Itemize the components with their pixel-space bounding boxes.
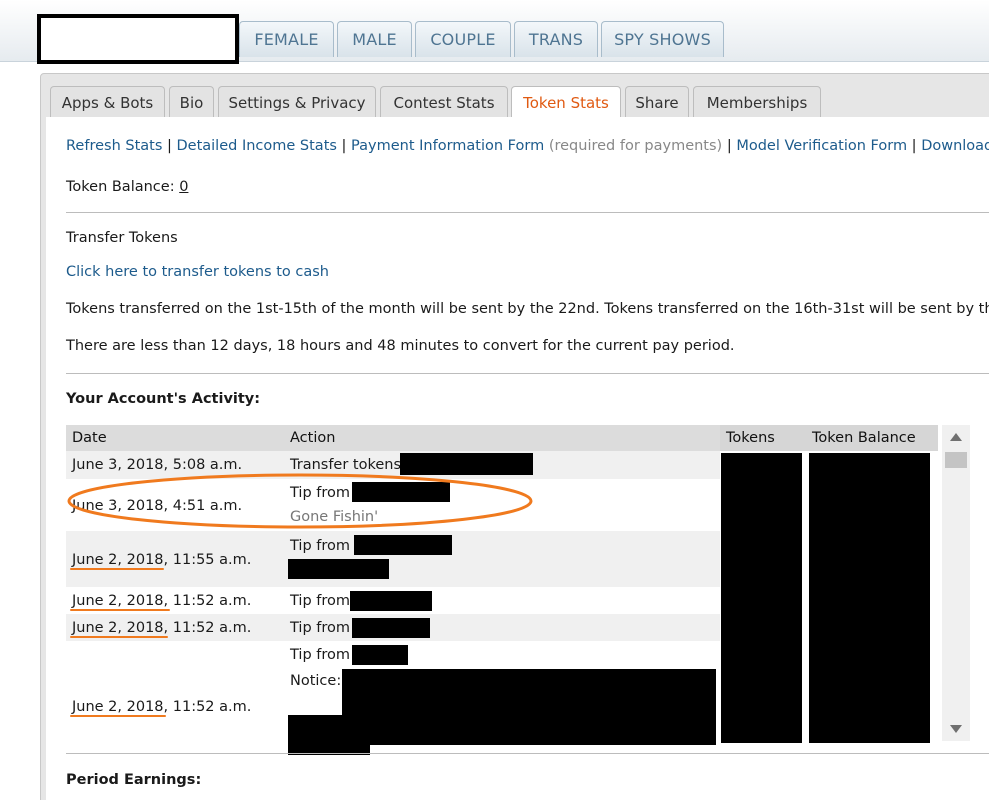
required-note: (required for payments) <box>544 138 727 154</box>
tab-spy-shows[interactable]: SPY SHOWS <box>601 21 724 57</box>
subtab-token-stats[interactable]: Token Stats <box>511 86 621 119</box>
redacted-username <box>354 535 452 555</box>
separator: | <box>726 138 737 154</box>
redacted-logo <box>37 14 239 64</box>
redacted-notice <box>342 669 716 745</box>
row-action: Tip from <box>290 620 350 636</box>
redacted-message <box>288 559 389 579</box>
row-date: June 2, 2018, 11:55 a.m. <box>72 552 252 568</box>
col-token-balance: Token Balance <box>806 425 938 451</box>
redacted-username <box>350 591 432 611</box>
col-action: Action <box>284 425 720 451</box>
subtab-share[interactable]: Share <box>625 86 689 118</box>
orange-annotation-ellipse <box>67 473 533 529</box>
row-date: June 2, 2018, 11:52 a.m. <box>72 699 252 715</box>
download-link[interactable]: Download Tra <box>921 138 989 154</box>
site-header: FEMALE MALE COUPLE TRANS SPY SHOWS <box>0 0 989 64</box>
row-date: June 2, 2018, 11:52 a.m. <box>72 620 252 636</box>
token-balance-value[interactable]: 0 <box>179 179 188 195</box>
token-balance-label: Token Balance: <box>66 179 175 195</box>
divider <box>66 212 989 213</box>
redacted-tokens <box>721 453 802 743</box>
token-balance: Token Balance: 0 <box>66 179 188 195</box>
row-action: Tip from <box>290 538 350 554</box>
scrollbar-thumb[interactable] <box>945 452 967 468</box>
transfer-heading: Transfer Tokens <box>66 230 178 246</box>
col-date: Date <box>66 425 284 451</box>
tab-male[interactable]: MALE <box>337 21 412 57</box>
row-action: Tip from <box>290 593 350 609</box>
detailed-income-link[interactable]: Detailed Income Stats <box>177 138 337 154</box>
verification-form-link[interactable]: Model Verification Form <box>736 138 907 154</box>
subtab-apps-bots[interactable]: Apps & Bots <box>50 86 165 118</box>
divider <box>66 753 989 754</box>
orange-underline <box>70 715 166 717</box>
orange-underline <box>70 636 168 638</box>
redacted-username <box>352 618 430 638</box>
subtab-memberships[interactable]: Memberships <box>693 86 821 118</box>
links-row: Refresh Stats | Detailed Income Stats | … <box>66 138 989 154</box>
period-earnings-heading: Period Earnings: <box>66 772 202 788</box>
transfer-schedule-text: Tokens transferred on the 1st-15th of th… <box>66 301 989 317</box>
payment-form-link[interactable]: Payment Information Form <box>351 138 544 154</box>
tab-female[interactable]: FEMALE <box>239 21 334 57</box>
separator: | <box>907 138 922 154</box>
subtab-strip: Apps & Bots Bio Settings & Privacy Conte… <box>47 86 989 119</box>
table-scrollbar[interactable] <box>942 425 970 741</box>
subtab-bio[interactable]: Bio <box>169 86 214 118</box>
pay-period-text: There are less than 12 days, 18 hours an… <box>66 338 735 354</box>
row-notice-label: Notice: <box>290 673 342 689</box>
scroll-down-icon[interactable] <box>950 725 962 733</box>
subtab-contest-stats[interactable]: Contest Stats <box>380 86 508 118</box>
separator: | <box>336 138 352 154</box>
tab-trans[interactable]: TRANS <box>514 21 598 57</box>
tab-couple[interactable]: COUPLE <box>415 21 511 57</box>
orange-underline <box>70 609 170 611</box>
token-stats-content: Refresh Stats | Detailed Income Stats | … <box>46 117 989 800</box>
orange-underline <box>70 568 164 570</box>
col-tokens: Tokens <box>720 425 806 451</box>
redacted-balances <box>809 453 930 743</box>
activity-heading: Your Account's Activity: <box>66 391 261 407</box>
subtab-settings-privacy[interactable]: Settings & Privacy <box>218 86 376 118</box>
scroll-up-icon[interactable] <box>950 433 962 441</box>
activity-table: Date Action Tokens Token Balance June 3,… <box>66 425 938 755</box>
transfer-link[interactable]: Click here to transfer tokens to cash <box>66 264 329 280</box>
redacted-notice <box>288 715 370 755</box>
divider <box>66 373 989 374</box>
refresh-stats-link[interactable]: Refresh Stats <box>66 138 162 154</box>
row-date: June 2, 2018, 11:52 a.m. <box>72 593 252 609</box>
separator: | <box>162 138 177 154</box>
row-action: Tip from <box>290 647 350 663</box>
redacted-username <box>352 645 408 665</box>
